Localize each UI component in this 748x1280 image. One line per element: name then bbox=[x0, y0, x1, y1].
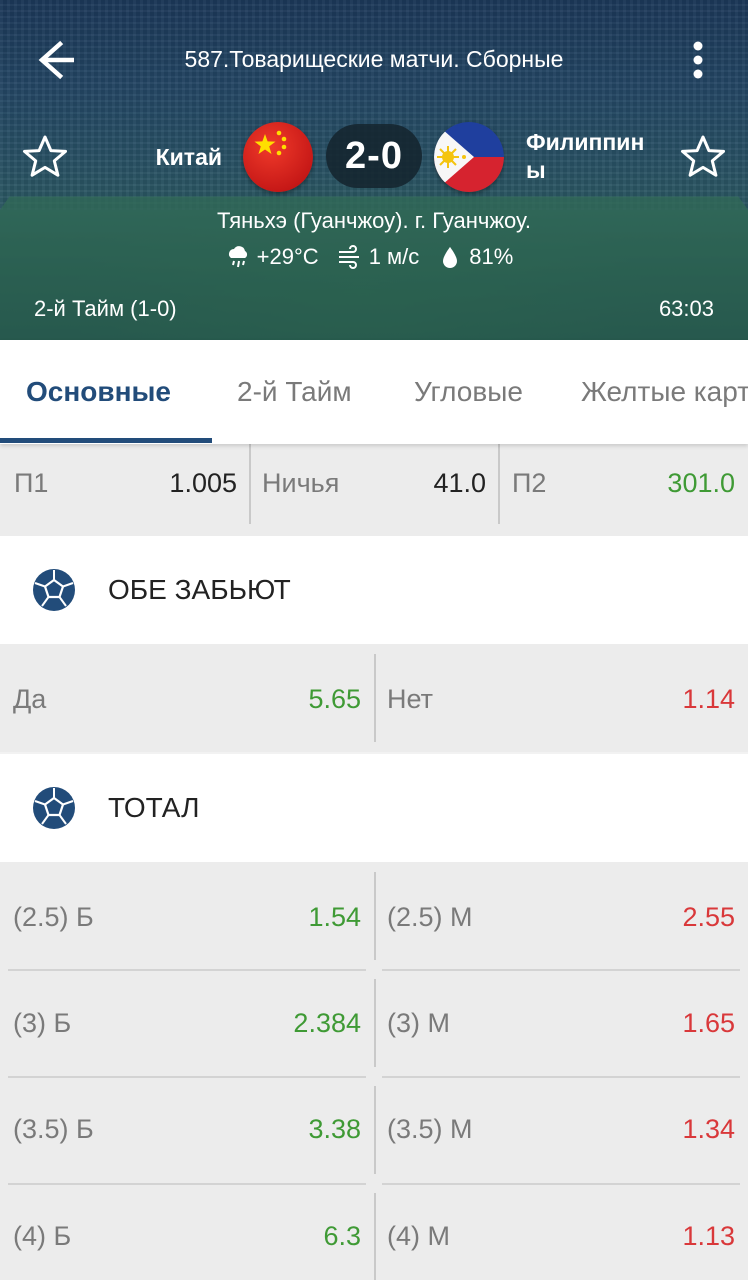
soccer-ball-icon bbox=[33, 787, 75, 829]
market-tabs: Основные 2-й Тайм Угловые Желтые карточк… bbox=[0, 340, 748, 444]
odd-label: (2.5) Б bbox=[13, 902, 94, 932]
odd-value: 1.54 bbox=[308, 902, 361, 932]
match-period: 2-й Тайм (1-0) bbox=[34, 296, 177, 321]
odd-label: (3.5) М bbox=[387, 1114, 473, 1144]
odd-total-under[interactable]: (2.5) М 2.55 bbox=[376, 864, 748, 968]
weather-info: +29°C 1 м/с 81% bbox=[0, 244, 748, 270]
away-team-name: Филиппины bbox=[526, 129, 645, 183]
favorite-home-button[interactable] bbox=[20, 132, 70, 182]
odd-value: 1.14 bbox=[682, 684, 735, 714]
temperature-group: +29°C bbox=[225, 244, 319, 270]
odd-value: 41.0 bbox=[433, 468, 486, 498]
odd-value: 1.13 bbox=[682, 1221, 735, 1251]
odd-total-under[interactable]: (3.5) М 1.34 bbox=[376, 1078, 748, 1182]
odd-label: П2 bbox=[512, 468, 547, 498]
water-drop-icon bbox=[443, 247, 458, 268]
star-outline-icon bbox=[681, 135, 725, 177]
active-tab-indicator bbox=[0, 438, 212, 443]
favorite-away-button[interactable] bbox=[678, 132, 728, 182]
odd-label: (3) Б bbox=[13, 1008, 72, 1038]
section-title: ТОТАЛ bbox=[108, 792, 200, 823]
humidity-group: 81% bbox=[437, 244, 513, 270]
odd-label: Ничья bbox=[262, 468, 340, 498]
tab-main[interactable]: Основные bbox=[26, 340, 171, 444]
match-score: 2-0 bbox=[326, 124, 422, 188]
odd-label: (3) М bbox=[387, 1008, 450, 1038]
odd-value: 3.38 bbox=[308, 1114, 361, 1144]
odd-draw[interactable]: Ничья 41.0 bbox=[251, 444, 499, 536]
odd-total-over[interactable]: (3) Б 2.384 bbox=[0, 971, 374, 1075]
odd-label: (2.5) М bbox=[387, 902, 473, 932]
tab-second-half[interactable]: 2-й Тайм bbox=[237, 340, 352, 444]
section-total: ТОТАЛ bbox=[0, 754, 748, 862]
wind-value: 1 м/с bbox=[368, 244, 420, 269]
tab-corners[interactable]: Угловые bbox=[414, 340, 523, 444]
odd-away-win[interactable]: П2 301.0 bbox=[500, 444, 748, 536]
away-team-flag bbox=[434, 122, 504, 192]
odd-value: 5.65 bbox=[308, 684, 361, 714]
odd-total-under[interactable]: (4) М 1.13 bbox=[376, 1185, 748, 1280]
odd-label: Нет bbox=[387, 684, 433, 714]
odd-value: 301.0 bbox=[667, 468, 735, 498]
wind-group: 1 м/с bbox=[337, 244, 420, 270]
tab-yellow-cards[interactable]: Желтые карточки bbox=[581, 340, 748, 444]
section-title: ОБЕ ЗАБЬЮТ bbox=[108, 574, 291, 605]
odd-home-win[interactable]: П1 1.005 bbox=[0, 444, 249, 536]
home-team-name: Китай bbox=[155, 144, 222, 170]
odd-label: Да bbox=[13, 684, 47, 714]
odd-value: 6.3 bbox=[323, 1221, 361, 1251]
soccer-ball-icon bbox=[33, 569, 75, 611]
temperature-value: +29°C bbox=[256, 244, 319, 269]
match-clock: 63:03 bbox=[658, 296, 714, 321]
odd-total-over[interactable]: (4) Б 6.3 bbox=[0, 1185, 374, 1280]
more-menu-button[interactable] bbox=[678, 36, 718, 84]
odd-total-over[interactable]: (3.5) Б 3.38 bbox=[0, 1078, 374, 1182]
top-app-bar: 587.Товарищеские матчи. Сборные bbox=[0, 28, 748, 92]
humidity-value: 81% bbox=[469, 244, 514, 269]
back-arrow-icon bbox=[38, 40, 74, 80]
odd-value: 2.384 bbox=[293, 1008, 361, 1038]
odd-total-over[interactable]: (2.5) Б 1.54 bbox=[0, 864, 374, 968]
odd-label: (3.5) Б bbox=[13, 1114, 94, 1144]
odd-total-under[interactable]: (3) М 1.65 bbox=[376, 971, 748, 1075]
odd-value: 1.65 bbox=[682, 1008, 735, 1038]
china-flag-icon bbox=[243, 122, 313, 192]
odd-both-score-yes[interactable]: Да 5.65 bbox=[0, 644, 374, 752]
rain-cloud-icon bbox=[228, 246, 247, 268]
star-outline-icon bbox=[23, 135, 67, 177]
odd-both-score-no[interactable]: Нет 1.14 bbox=[376, 644, 748, 752]
odd-value: 1.005 bbox=[169, 468, 237, 498]
odd-value: 2.55 bbox=[682, 902, 735, 932]
philippines-flag-icon bbox=[434, 122, 504, 192]
odd-label: (4) Б bbox=[13, 1221, 72, 1251]
page-title: 587.Товарищеские матчи. Сборные bbox=[184, 46, 564, 72]
venue-label: Тяньхэ (Гуанчжоу). г. Гуанчжоу. bbox=[217, 208, 531, 233]
match-header: 587.Товарищеские матчи. Сборные Китай 2-… bbox=[0, 0, 748, 340]
odd-label: (4) М bbox=[387, 1221, 450, 1251]
odd-label: П1 bbox=[14, 468, 49, 498]
section-both-score: ОБЕ ЗАБЬЮТ bbox=[0, 536, 748, 644]
wind-icon bbox=[338, 245, 359, 269]
odd-value: 1.34 bbox=[682, 1114, 735, 1144]
more-vertical-icon bbox=[693, 41, 703, 79]
home-team-flag bbox=[243, 122, 313, 192]
back-button[interactable] bbox=[30, 36, 82, 84]
